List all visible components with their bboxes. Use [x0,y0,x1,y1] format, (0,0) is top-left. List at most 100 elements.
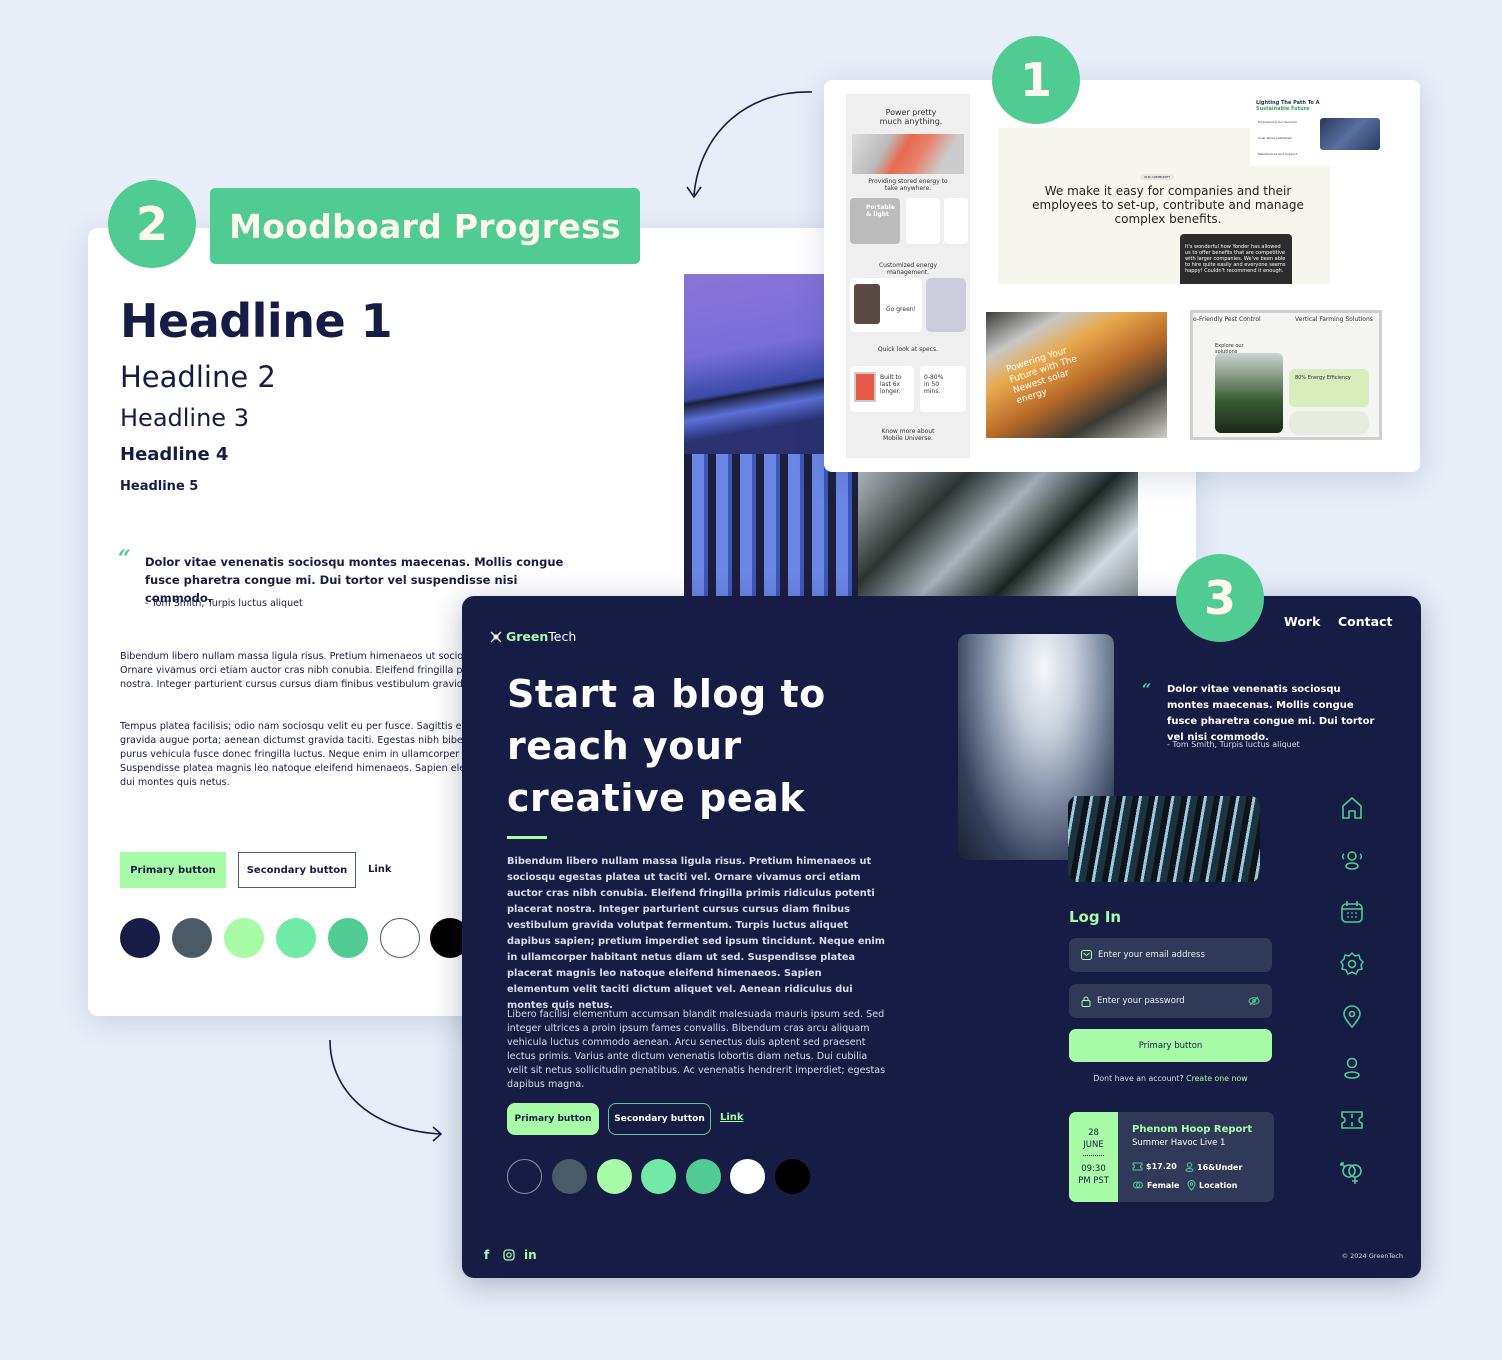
arrow-to-card3 [329,1039,443,1142]
color-swatch-white [380,918,420,958]
link[interactable]: Link [720,1112,744,1123]
event-title: Phenom Hoop Report [1132,1124,1253,1135]
color-swatch-mint [641,1159,676,1194]
community-testimonial: It's wonderful how Yonder has allowed us… [1180,234,1292,284]
secondary-button[interactable]: Secondary button [238,852,356,888]
step-badge-3: 3 [1176,554,1264,642]
phone-headline: Power pretty much anything. [879,108,943,126]
phone-section-1: Providing stored energy to take anywhere… [868,178,948,192]
user-icon[interactable] [1338,1054,1366,1082]
arrow-to-card2 [686,91,813,199]
inspiration-lighting-screenshot: Lighting The Path To A Sustainable Futur… [1250,94,1394,166]
headline-5: Headline 5 [120,479,199,494]
charge-label: 0-80% in 50 mins. [924,374,944,395]
phone-card-1: Portable & light [850,198,900,244]
settings-icon[interactable] [1338,950,1366,978]
event-date: 28 JUNE 09:30 PM PST [1069,1112,1118,1202]
primary-button[interactable]: Primary button [507,1103,599,1135]
nav-work[interactable]: Work [1284,614,1320,629]
nav-contact[interactable]: Contact [1338,614,1392,629]
gender-icon[interactable] [1338,1158,1366,1186]
event-gender: Female [1132,1180,1179,1190]
quote-author: - Tom Smith, Turpis luctus aliquet [145,598,303,609]
event-age-value: 16&Under [1197,1162,1243,1172]
logo-text-green: Green [506,629,549,644]
primary-button[interactable]: Primary button [120,852,226,888]
logo-text-tech: Tech [548,629,577,644]
built-image [854,372,876,402]
calendar-icon[interactable] [1338,898,1366,926]
headline-4: Headline 4 [120,444,229,465]
hero-divider [507,836,547,839]
step-badge-2: 2 [108,180,196,268]
step-badge-1: 1 [992,36,1080,124]
hero-title: Start a blog to reach your creative peak [507,672,826,820]
body-paragraph-bold: Bibendum libero nullam massa ligula risu… [507,856,885,1011]
link[interactable]: Link [368,864,392,875]
phone-card-built: Built to last 6x longer. [850,366,914,412]
signup-prompt: Dont have an account? Create one now [1069,1074,1272,1083]
email-field[interactable]: Enter your email address [1069,938,1272,972]
community-tag: OUR COMMUNITY [1140,174,1175,180]
farm-tab: o-Friendly Pest Control [1193,316,1261,323]
quote-icon: “ [118,546,131,572]
inspiration-solar-screenshot: Powering Your Future with The Newest sol… [986,312,1167,438]
event-subtitle: Summer Havoc Live 1 [1132,1138,1226,1148]
greentech-logo[interactable]: Green Tech [490,629,576,644]
farm-stat: 80% Energy Efficiency [1289,369,1369,407]
password-placeholder: Enter your password [1097,996,1185,1006]
phone-hero-image [852,134,964,174]
ticket-icon[interactable] [1338,1106,1366,1134]
event-location-value: Location [1199,1181,1238,1190]
event-month: JUNE [1083,1140,1104,1150]
users-icon[interactable] [1338,846,1366,874]
gender-icon [1133,1181,1143,1189]
signup-link[interactable]: Create one now [1186,1074,1247,1083]
quote-icon: “ [1142,680,1152,699]
event-location: Location [1187,1180,1238,1191]
event-date-divider [1083,1155,1104,1156]
headline-2: Headline 2 [120,360,276,394]
color-swatch-white [730,1159,765,1194]
corridor-photo [1068,796,1260,882]
linkedin-icon[interactable]: in [524,1248,537,1262]
event-age: 16&Under [1185,1162,1242,1172]
ticket-icon [1132,1162,1143,1171]
body-paragraph-regular: Libero facilisi elementum accumsan bland… [507,1009,886,1090]
event-price-value: $17.20 [1146,1162,1177,1171]
location-pin-icon[interactable] [1338,1002,1366,1030]
color-swatch-navy [120,918,160,958]
go-green-label: Go green! [886,306,916,313]
moodboard-title: Moodboard Progress [210,188,640,264]
built-label: Built to last 6x longer. [880,374,902,395]
location-icon [1187,1180,1196,1191]
greentech-card: Green Tech Work Contact Start a blog to r… [462,596,1421,1278]
instagram-icon[interactable] [503,1249,515,1261]
phone-card-3 [944,198,968,244]
login-title: Log In [1069,908,1122,926]
eye-off-icon[interactable] [1248,996,1260,1006]
event-price: $17.20 [1132,1162,1177,1171]
event-time: 09:30 [1081,1164,1106,1174]
farm-tab: Vertical Farming Solutions [1295,316,1373,323]
event-card[interactable]: 28 JUNE 09:30 PM PST Phenom Hoop Report … [1069,1112,1274,1202]
facebook-icon[interactable]: f [484,1248,489,1262]
secondary-button[interactable]: Secondary button [608,1103,711,1135]
quote-author: - Tom Smith, Turpis luctus aliquet [1167,740,1300,749]
color-swatch-black [775,1159,810,1194]
color-swatch-slate [172,918,212,958]
phone-card-devices [926,278,966,332]
phone-card-go-green: Go green! [850,278,922,332]
home-icon[interactable] [1338,794,1366,822]
farm-image [1215,353,1283,433]
community-headline: We make it easy for companies and their … [1032,184,1304,226]
phone-section-2: Customized energy management. [878,262,938,276]
inspiration-card: Power pretty much anything. Providing st… [824,80,1420,472]
event-gender-value: Female [1147,1180,1180,1190]
login-button[interactable]: Primary button [1069,1029,1272,1062]
event-timezone: PM PST [1078,1176,1109,1186]
color-swatch-slate [552,1159,587,1194]
logo-icon [490,631,502,642]
password-field[interactable]: Enter your password [1069,984,1272,1018]
signup-text: Dont have an account? [1093,1074,1184,1083]
